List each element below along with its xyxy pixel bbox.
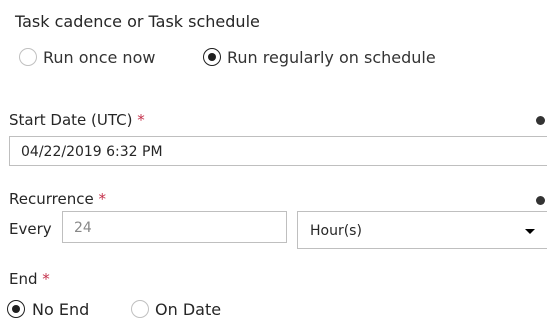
- end-label-text: End: [9, 270, 38, 288]
- recurrence-interval-value: 24: [74, 220, 92, 236]
- recurrence-label-text: Recurrence: [9, 190, 94, 208]
- on-date-radio[interactable]: [131, 300, 149, 318]
- start-date-label-text: Start Date (UTC): [9, 111, 133, 129]
- end-required-mark: *: [42, 270, 50, 288]
- on-date-label: On Date: [155, 300, 222, 319]
- on-date-option[interactable]: On Date: [128, 298, 258, 320]
- run-once-label: Run once now: [43, 48, 156, 67]
- recurrence-unit-select[interactable]: Hour(s): [297, 211, 547, 249]
- run-regularly-radio[interactable]: [203, 48, 221, 66]
- no-end-option[interactable]: No End: [7, 298, 117, 320]
- start-date-required-mark: *: [137, 111, 145, 129]
- recurrence-interval-input[interactable]: 24: [62, 211, 287, 243]
- recurrence-label: Recurrence *: [9, 190, 106, 208]
- run-regularly-label: Run regularly on schedule: [227, 48, 436, 67]
- no-end-label: No End: [32, 300, 90, 319]
- run-once-option[interactable]: Run once now: [13, 46, 203, 68]
- task-cadence-label: Task cadence or Task schedule: [15, 12, 260, 31]
- chevron-down-icon: [525, 229, 535, 234]
- start-date-label: Start Date (UTC) *: [9, 111, 145, 129]
- info-icon[interactable]: [536, 116, 545, 125]
- run-regularly-option[interactable]: Run regularly on schedule: [197, 46, 477, 68]
- start-date-value: 04/22/2019 6:32 PM: [21, 144, 163, 160]
- recurrence-required-mark: *: [98, 190, 106, 208]
- every-label: Every: [9, 220, 52, 238]
- recurrence-unit-value: Hour(s): [310, 223, 362, 239]
- info-icon[interactable]: [536, 196, 545, 205]
- no-end-radio[interactable]: [7, 300, 25, 318]
- run-once-radio[interactable]: [19, 48, 37, 66]
- start-date-input[interactable]: 04/22/2019 6:32 PM: [9, 136, 547, 166]
- end-label: End *: [9, 270, 50, 288]
